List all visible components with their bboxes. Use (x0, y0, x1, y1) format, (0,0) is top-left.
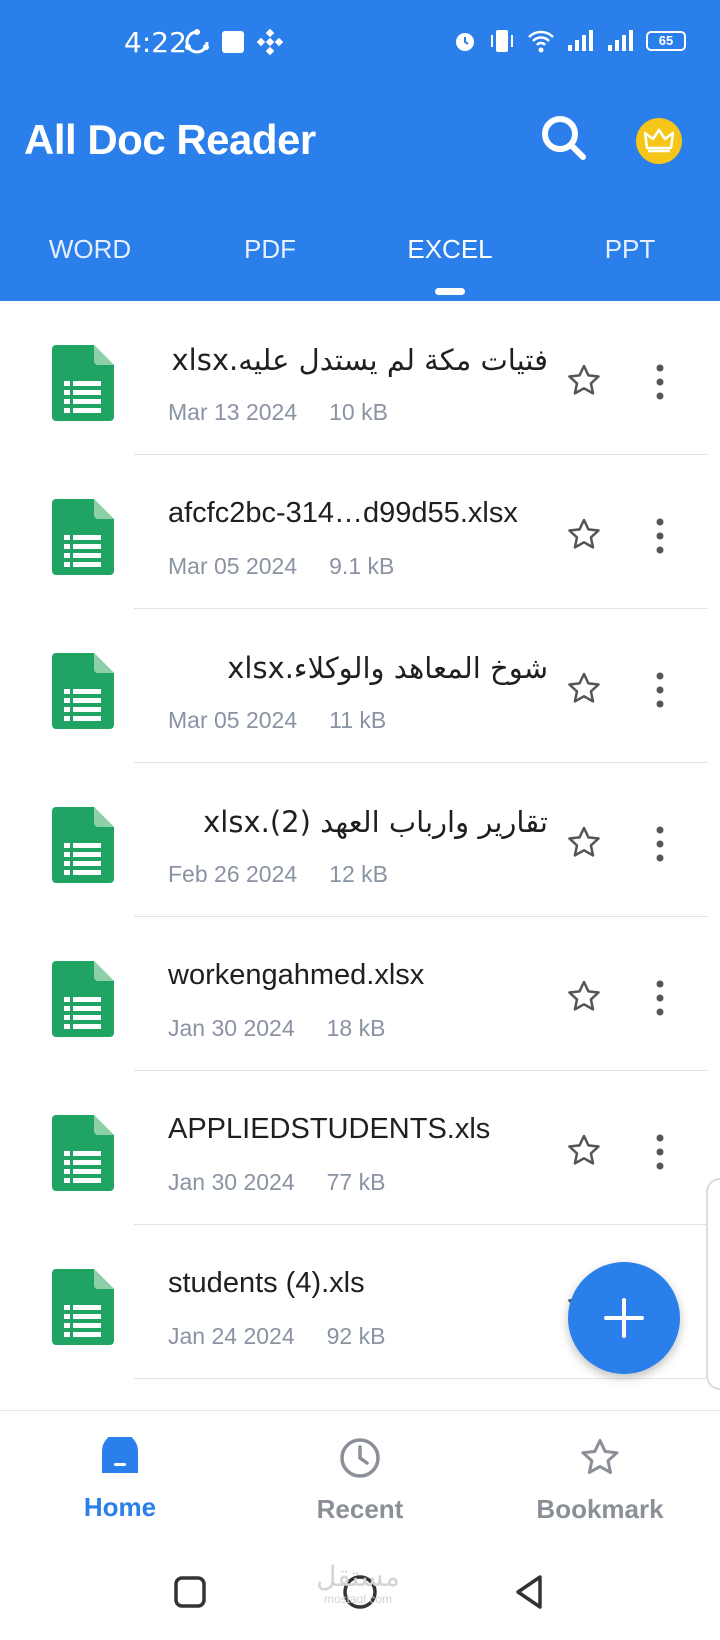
bookmark-star-icon[interactable] (566, 1133, 602, 1169)
watermark-arabic: مستقل (316, 1560, 400, 1593)
file-list-item[interactable]: afcfc2bc-314…d99d55.xlsx Mar 05 2024 9.1… (0, 455, 720, 609)
more-options-icon[interactable] (648, 517, 672, 555)
tab-word[interactable]: WORD (0, 228, 180, 301)
nav-home[interactable]: Home (0, 1411, 240, 1550)
bookmark-star-icon[interactable] (566, 979, 602, 1015)
spreadsheet-file-icon (52, 807, 114, 883)
file-list-item[interactable]: فتيات مكة لم يستدل عليه.xlsx Mar 13 2024… (0, 301, 720, 455)
file-name: فتيات مكة لم يستدل عليه.xlsx (171, 343, 548, 377)
file-name: afcfc2bc-314…d99d55.xlsx (168, 497, 518, 529)
alarm-icon (456, 33, 474, 51)
file-list-item[interactable]: شوخ المعاهد والوكلاء.xlsx Mar 05 2024 11… (0, 609, 720, 763)
file-size: 11 kB (329, 707, 387, 733)
app-title: All Doc Reader (24, 116, 316, 163)
file-list-item[interactable]: تقارير وارباب العهد (2).xlsx Feb 26 2024… (0, 763, 720, 917)
file-date: Mar 05 2024 (168, 707, 298, 733)
nav-bookmark-label: Bookmark (536, 1494, 664, 1524)
more-options-icon[interactable] (648, 363, 672, 401)
plus-icon (604, 1298, 644, 1338)
file-size: 12 kB (329, 861, 388, 887)
file-date: Mar 05 2024 (168, 553, 298, 579)
crown-icon (644, 128, 674, 153)
nav-recent-label: Recent (316, 1494, 404, 1524)
file-date: Jan 30 2024 (168, 1169, 295, 1195)
signal-icon (568, 30, 593, 51)
bookmark-star-icon[interactable] (566, 671, 602, 707)
file-size: 77 kB (326, 1169, 386, 1195)
file-date: Mar 13 2024 (168, 399, 298, 425)
row-divider (134, 1378, 708, 1379)
tab-ppt[interactable]: PPT (540, 228, 720, 301)
spreadsheet-file-icon (52, 345, 114, 421)
more-options-icon[interactable] (648, 825, 672, 863)
file-size: 10 kB (329, 399, 388, 425)
tab-pdf[interactable]: PDF (180, 228, 360, 301)
tab-excel[interactable]: EXCEL (360, 228, 540, 301)
file-date: Feb 26 2024 (168, 861, 298, 887)
status-bar: 4:22 65 (0, 22, 720, 62)
file-name: workengahmed.xlsx (168, 959, 425, 991)
home-icon (102, 1433, 138, 1473)
search-icon (542, 116, 586, 160)
watermark-latin: mostaql.com (323, 1592, 393, 1606)
watermark: مستقل mostaql.com (310, 1560, 406, 1607)
file-list-item[interactable]: APPLIEDSTUDENTS.xls Jan 30 2024 77 kB (0, 1071, 720, 1225)
back-icon[interactable] (510, 1572, 550, 1612)
spreadsheet-file-icon (52, 499, 114, 575)
file-name: APPLIEDSTUDENTS.xls (168, 1113, 491, 1145)
edge-panel-handle[interactable] (706, 1178, 720, 1390)
spreadsheet-file-icon (52, 1269, 114, 1345)
signal-icon (608, 30, 633, 51)
file-name: تقارير وارباب العهد (2).xlsx (203, 805, 548, 839)
battery-icon: 65 (646, 31, 686, 51)
more-options-icon[interactable] (648, 1133, 672, 1171)
binance-icon (256, 28, 284, 56)
bookmark-star-icon[interactable] (566, 363, 602, 399)
file-size: 9.1 kB (329, 553, 395, 579)
file-list-item[interactable]: workengahmed.xlsx Jan 30 2024 18 kB (0, 917, 720, 1071)
status-time: 4:22 (124, 26, 187, 59)
sync-icon (185, 29, 209, 54)
file-name: students (4).xls (168, 1267, 365, 1299)
spreadsheet-file-icon (52, 1115, 114, 1191)
file-name: شوخ المعاهد والوكلاء.xlsx (227, 651, 548, 685)
file-list: فتيات مكة لم يستدل عليه.xlsx Mar 13 2024… (0, 301, 720, 1379)
file-type-tabs: WORD PDF EXCEL PPT (0, 228, 720, 301)
system-navigation-bar: مستقل mostaql.com (0, 1550, 720, 1640)
clock-icon (340, 1438, 380, 1478)
premium-button[interactable] (636, 118, 682, 164)
search-button[interactable] (538, 112, 590, 164)
spreadsheet-file-icon (52, 961, 114, 1037)
file-size: 92 kB (326, 1323, 386, 1349)
spreadsheet-file-icon (52, 653, 114, 729)
add-file-button[interactable] (568, 1262, 680, 1374)
nav-recent[interactable]: Recent (240, 1411, 480, 1550)
bottom-navigation: Home Recent Bookmark (0, 1410, 720, 1550)
more-options-icon[interactable] (648, 979, 672, 1017)
star-icon (581, 1438, 619, 1474)
nav-home-label: Home (83, 1492, 157, 1522)
recent-apps-icon[interactable] (170, 1572, 210, 1612)
wifi-icon (528, 30, 554, 53)
app-bar: 4:22 65 All Doc Reader WORD PDF EXCEL PP… (0, 0, 720, 301)
notification-square-icon (222, 31, 244, 53)
file-date: Jan 24 2024 (168, 1323, 295, 1349)
nav-bookmark[interactable]: Bookmark (480, 1411, 720, 1550)
bookmark-star-icon[interactable] (566, 825, 602, 861)
file-size: 18 kB (326, 1015, 386, 1041)
vibrate-icon (491, 30, 513, 52)
bookmark-star-icon[interactable] (566, 517, 602, 553)
file-date: Jan 30 2024 (168, 1015, 295, 1041)
more-options-icon[interactable] (648, 671, 672, 709)
